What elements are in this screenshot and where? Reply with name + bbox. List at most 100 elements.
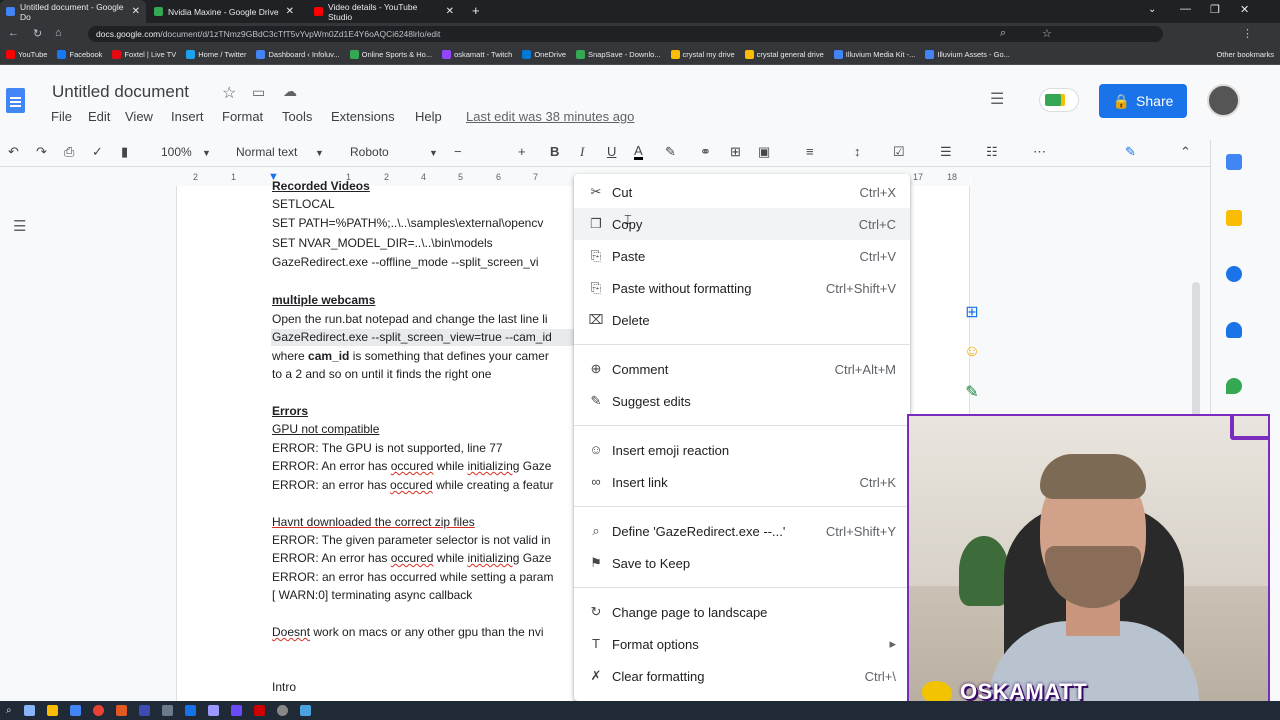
print-icon[interactable]: ⎙	[64, 144, 74, 160]
maps-icon[interactable]	[1226, 378, 1242, 394]
italic-button[interactable]: I	[580, 144, 584, 160]
tab-search-icon[interactable]: ⌄	[1148, 4, 1156, 15]
bookmark-item[interactable]: oskamatt - Twitch	[442, 50, 512, 59]
task-view-icon[interactable]	[23, 705, 35, 716]
document-outline-icon[interactable]: ☰	[13, 217, 26, 235]
other-bookmarks[interactable]: Other bookmarks	[1216, 50, 1280, 59]
text-color-button[interactable]: A	[634, 144, 643, 160]
bookmark-item[interactable]: Foxtel | Live TV	[112, 50, 176, 59]
calendar-icon[interactable]	[1226, 154, 1242, 170]
close-tab-icon[interactable]: ✕	[286, 6, 294, 17]
tasks-icon[interactable]	[1226, 266, 1242, 282]
zoom-select[interactable]: 100%	[161, 145, 192, 159]
close-window-icon[interactable]: ✕	[1240, 3, 1249, 16]
back-icon[interactable]: ←	[8, 27, 19, 39]
app-icon[interactable]	[115, 705, 127, 716]
menu-item-cut[interactable]: ✂ Cut Ctrl+X	[574, 176, 910, 208]
last-edit-link[interactable]: Last edit was 38 minutes ago	[466, 109, 634, 124]
bulleted-list-icon[interactable]: ☰	[940, 144, 952, 160]
menu-file[interactable]: File	[51, 109, 72, 124]
edge-icon[interactable]	[69, 705, 81, 716]
new-tab-icon[interactable]: +	[472, 3, 480, 18]
menu-item-insert-emoji-reaction[interactable]: ☺ Insert emoji reaction	[574, 434, 910, 466]
tab-nvidia-maxine[interactable]: Nvidia Maxine - Google Drive ✕	[148, 0, 300, 23]
font-select[interactable]: Roboto	[350, 145, 389, 159]
docs-logo-icon[interactable]	[6, 88, 25, 113]
redo-icon[interactable]: ↷	[36, 144, 47, 160]
reload-icon[interactable]: ↻	[33, 27, 42, 40]
bookmark-item[interactable]: Facebook	[57, 50, 102, 59]
editing-mode-icon[interactable]: ✎	[1125, 144, 1136, 160]
undo-icon[interactable]: ↶	[8, 144, 19, 160]
scrollbar[interactable]	[1192, 282, 1200, 432]
bookmark-star-icon[interactable]: ☆	[1042, 27, 1052, 40]
add-comment-float-icon[interactable]: ⊞	[962, 302, 982, 322]
app-icon[interactable]	[299, 705, 311, 716]
file-explorer-icon[interactable]	[46, 705, 58, 716]
home-icon[interactable]: ⌂	[55, 27, 62, 39]
chrome-icon[interactable]	[92, 705, 104, 716]
avatar[interactable]	[1207, 84, 1240, 117]
app-icon[interactable]	[253, 705, 265, 716]
bold-button[interactable]: B	[550, 144, 559, 159]
bookmark-item[interactable]: crystal general drive	[744, 50, 824, 59]
checklist-icon[interactable]: ☑	[893, 144, 905, 160]
align-icon[interactable]: ≡	[806, 144, 814, 159]
suggest-edits-float-icon[interactable]: ✎	[962, 382, 982, 402]
bookmark-item[interactable]: Illuvium Media Kit -...	[833, 50, 915, 59]
underline-button[interactable]: U	[607, 144, 616, 159]
share-button[interactable]: 🔒 Share	[1099, 84, 1187, 118]
menu-format[interactable]: Format	[222, 109, 263, 124]
bookmark-item[interactable]: Online Sports & Ho...	[349, 50, 432, 59]
numbered-list-icon[interactable]: ☷	[986, 144, 998, 160]
star-icon[interactable]: ☆	[222, 83, 236, 103]
app-icon[interactable]	[230, 705, 242, 716]
meet-button[interactable]	[1039, 88, 1079, 112]
increase-font-icon[interactable]: +	[518, 144, 526, 159]
menu-item-paste[interactable]: ⎘ Paste Ctrl+V	[574, 240, 910, 272]
close-tab-icon[interactable]: ✕	[132, 6, 140, 17]
tab-untitled-document[interactable]: Untitled document - Google Do ✕	[0, 0, 146, 23]
link-icon[interactable]: ⚭	[700, 144, 711, 160]
restore-icon[interactable]: ❐	[1210, 3, 1220, 16]
decrease-font-icon[interactable]: −	[454, 144, 462, 159]
menu-item-suggest-edits[interactable]: ✎ Suggest edits	[574, 385, 910, 417]
menu-item-change-page-landscape[interactable]: ↻ Change page to landscape	[574, 596, 910, 628]
contacts-icon[interactable]	[1226, 322, 1242, 338]
line-spacing-icon[interactable]: ↕	[854, 144, 861, 159]
menu-item-clear-formatting[interactable]: ✗ Clear formatting Ctrl+\	[574, 660, 910, 692]
spellcheck-icon[interactable]: ✓	[92, 144, 103, 160]
app-icon[interactable]	[276, 705, 288, 716]
bookmark-item[interactable]: Illuvium Assets - Go...	[925, 50, 1010, 59]
menu-help[interactable]: Help	[415, 109, 442, 124]
tab-youtube-studio[interactable]: Video details - YouTube Studio ✕	[308, 0, 460, 23]
bookmark-item[interactable]: SnapSave - Downlo...	[576, 50, 661, 59]
menu-item-delete[interactable]: ⌧ Delete	[574, 304, 910, 336]
zoom-icon[interactable]: ⌕	[1000, 27, 1006, 40]
bookmark-item[interactable]: Home / Twitter	[186, 50, 246, 59]
bookmark-item[interactable]: Dashboard ‹ Infoluv...	[256, 50, 340, 59]
cloud-status-icon[interactable]: ☁	[283, 83, 297, 100]
menu-edit[interactable]: Edit	[88, 109, 110, 124]
document-title[interactable]: Untitled document	[52, 82, 189, 102]
emoji-reaction-float-icon[interactable]: ☺	[962, 343, 982, 363]
menu-view[interactable]: View	[125, 109, 153, 124]
add-comment-icon[interactable]: ⊞	[730, 144, 741, 160]
bookmark-item[interactable]: YouTube	[6, 50, 47, 59]
search-icon[interactable]: ⌕	[6, 705, 12, 716]
close-tab-icon[interactable]: ✕	[446, 6, 454, 17]
comments-icon[interactable]: ☰	[990, 89, 1004, 109]
keep-icon[interactable]	[1226, 210, 1242, 226]
collapse-menus-icon[interactable]: ⌃	[1180, 144, 1191, 160]
highlight-icon[interactable]: ✎	[665, 144, 676, 160]
app-icon[interactable]	[138, 705, 150, 716]
menu-extensions[interactable]: Extensions	[331, 109, 395, 124]
menu-item-format-options[interactable]: T Format options ▸	[574, 628, 910, 660]
paint-format-icon[interactable]: ▮	[121, 144, 128, 160]
app-icon[interactable]	[184, 705, 196, 716]
app-icon[interactable]	[161, 705, 173, 716]
menu-item-save-to-keep[interactable]: ⚑ Save to Keep	[574, 547, 910, 579]
menu-tools[interactable]: Tools	[282, 109, 312, 124]
menu-item-insert-link[interactable]: ∞ Insert link Ctrl+K	[574, 466, 910, 498]
menu-insert[interactable]: Insert	[171, 109, 204, 124]
